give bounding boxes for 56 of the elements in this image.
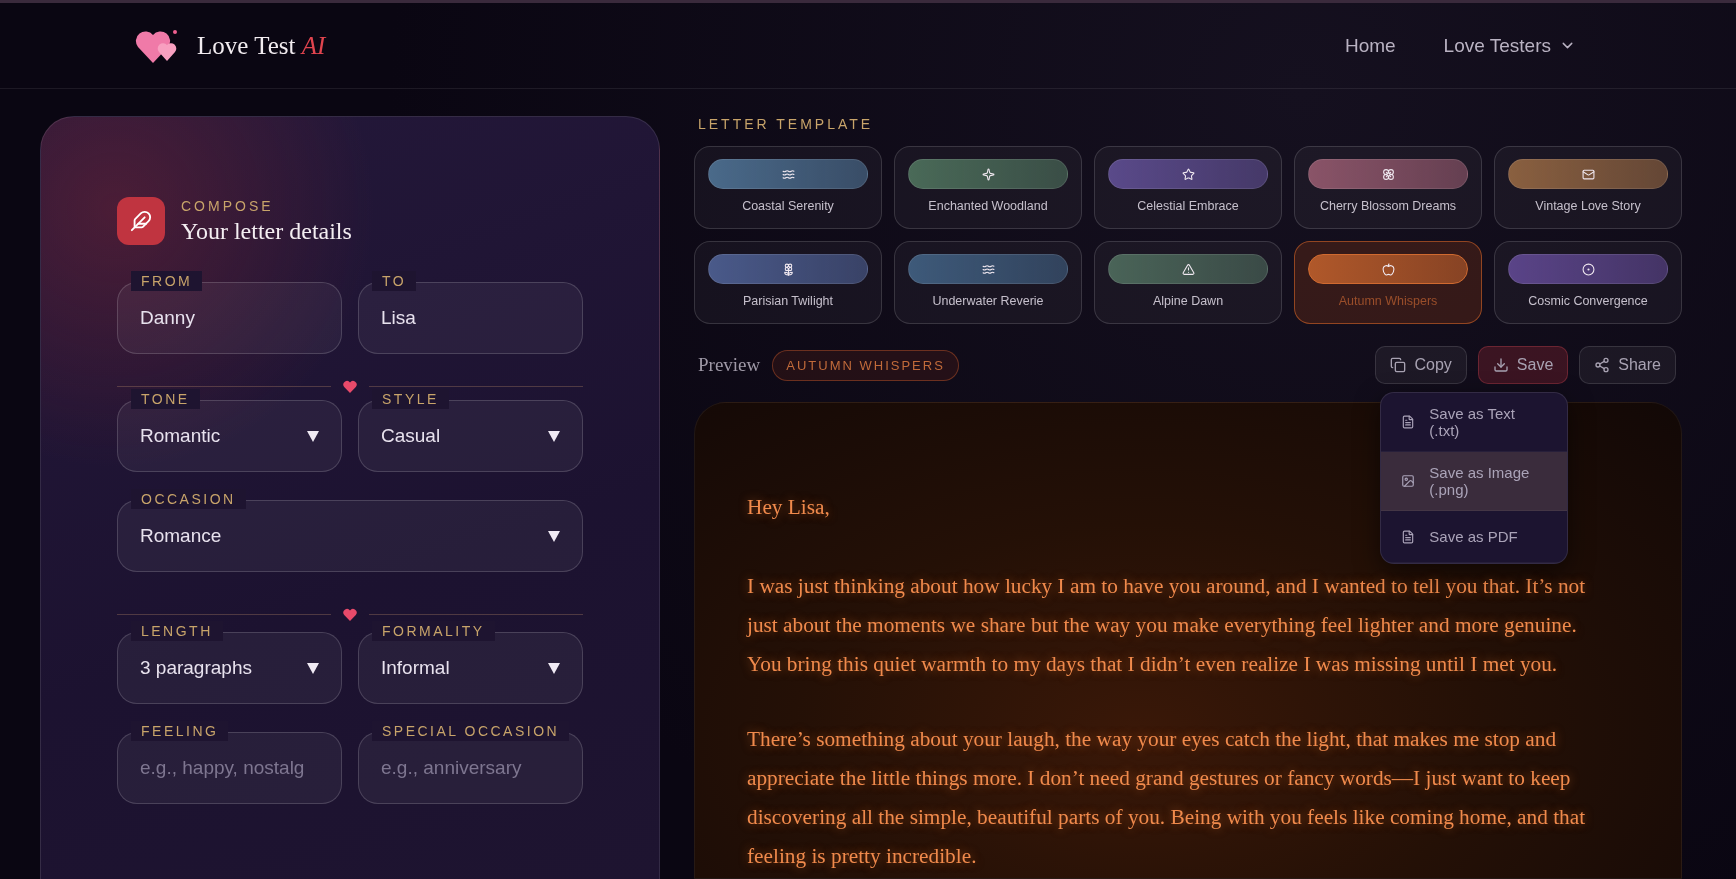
template-card[interactable]: Underwater Reverie (894, 241, 1082, 324)
action-button[interactable]: Copy (1375, 346, 1467, 384)
star-icon (1181, 167, 1195, 181)
wave-icon (981, 262, 995, 276)
preview-label: Preview (698, 354, 761, 376)
menu-item-label: Save as Text (.txt) (1429, 405, 1516, 439)
flower-icon (781, 262, 795, 276)
template-card[interactable]: Parisian Twilight (694, 241, 882, 324)
template-card[interactable]: Enchanted Woodland (894, 146, 1082, 229)
download-icon (1492, 357, 1509, 373)
field-label: TO (372, 271, 417, 291)
caret-icon (307, 662, 319, 674)
document-icon (1401, 529, 1416, 544)
heart-icon (343, 380, 357, 393)
share-icon (1594, 357, 1611, 373)
template-card[interactable]: Celestial Embrace (1094, 146, 1282, 229)
caret-icon (548, 530, 560, 542)
flower-icon (1381, 167, 1395, 181)
field-label: FROM (131, 271, 203, 291)
feather-icon (117, 197, 165, 245)
template-card[interactable]: Coastal Serenity (694, 146, 882, 229)
circle-dot-icon (1581, 262, 1595, 276)
template-badge: AUTUMN WHISPERS (772, 349, 959, 381)
triangle-icon (1181, 262, 1195, 276)
nav-link[interactable]: Home (1344, 34, 1396, 57)
wave-icon (781, 167, 795, 181)
menu-item[interactable]: Save as Image (.png) (1381, 452, 1568, 511)
field-label: TONE (131, 389, 200, 409)
copy-icon (1390, 357, 1407, 373)
image-icon (1401, 474, 1416, 488)
action-button[interactable]: Share (1579, 346, 1676, 384)
template-card[interactable]: Cherry Blossom Dreams (1294, 146, 1482, 229)
brand-name: Love Test AI (197, 31, 326, 60)
letter-paragraph: There’s something about your laugh, the way your eyes catch the light, that makes me stop and appreciate the little things more. I don’t need grand gestures or fancy words—I just want to keep discovering all the simple, beautiful parts of you. Being with you feels like coming home, and that feeling is pretty incredible. (747, 726, 1587, 870)
menu-item-label: Save as PDF (1429, 528, 1518, 545)
mail-icon (1581, 167, 1595, 181)
caret-icon (548, 662, 560, 674)
card-title: Your letter details (181, 217, 352, 245)
letter-paragraph: I was just thinking about how lucky I am to have you around, and I wanted to tell you that. It’s not just about the moments we share but the way you make everything feel lighter and more genuine. You bring this quiet warmth to my days that I didn’t even realize I was missing until I met you. (747, 573, 1587, 678)
action-button[interactable]: Save (1477, 346, 1569, 384)
document-icon (1401, 415, 1416, 429)
eyebrow-label: COMPOSE (181, 197, 275, 214)
nav-dropdown[interactable]: Love Testers (1443, 34, 1576, 57)
caret-icon (307, 430, 319, 442)
caret-icon (548, 430, 560, 442)
field-label: OCCASION (131, 489, 246, 509)
menu-item-label: Save as Image (.png) (1429, 464, 1531, 498)
apple-icon (1381, 262, 1395, 276)
template-card[interactable]: Cosmic Convergence (1494, 241, 1682, 324)
sparkle-icon (981, 167, 995, 181)
template-card[interactable]: Alpine Dawn (1094, 241, 1282, 324)
template-card[interactable]: Vintage Love Story (1494, 146, 1682, 229)
field-label: STYLE (372, 389, 449, 409)
heart-icon (343, 608, 357, 621)
section-heading: LETTER TEMPLATE (698, 116, 875, 132)
letter-greeting: Hey Lisa, (747, 494, 830, 521)
